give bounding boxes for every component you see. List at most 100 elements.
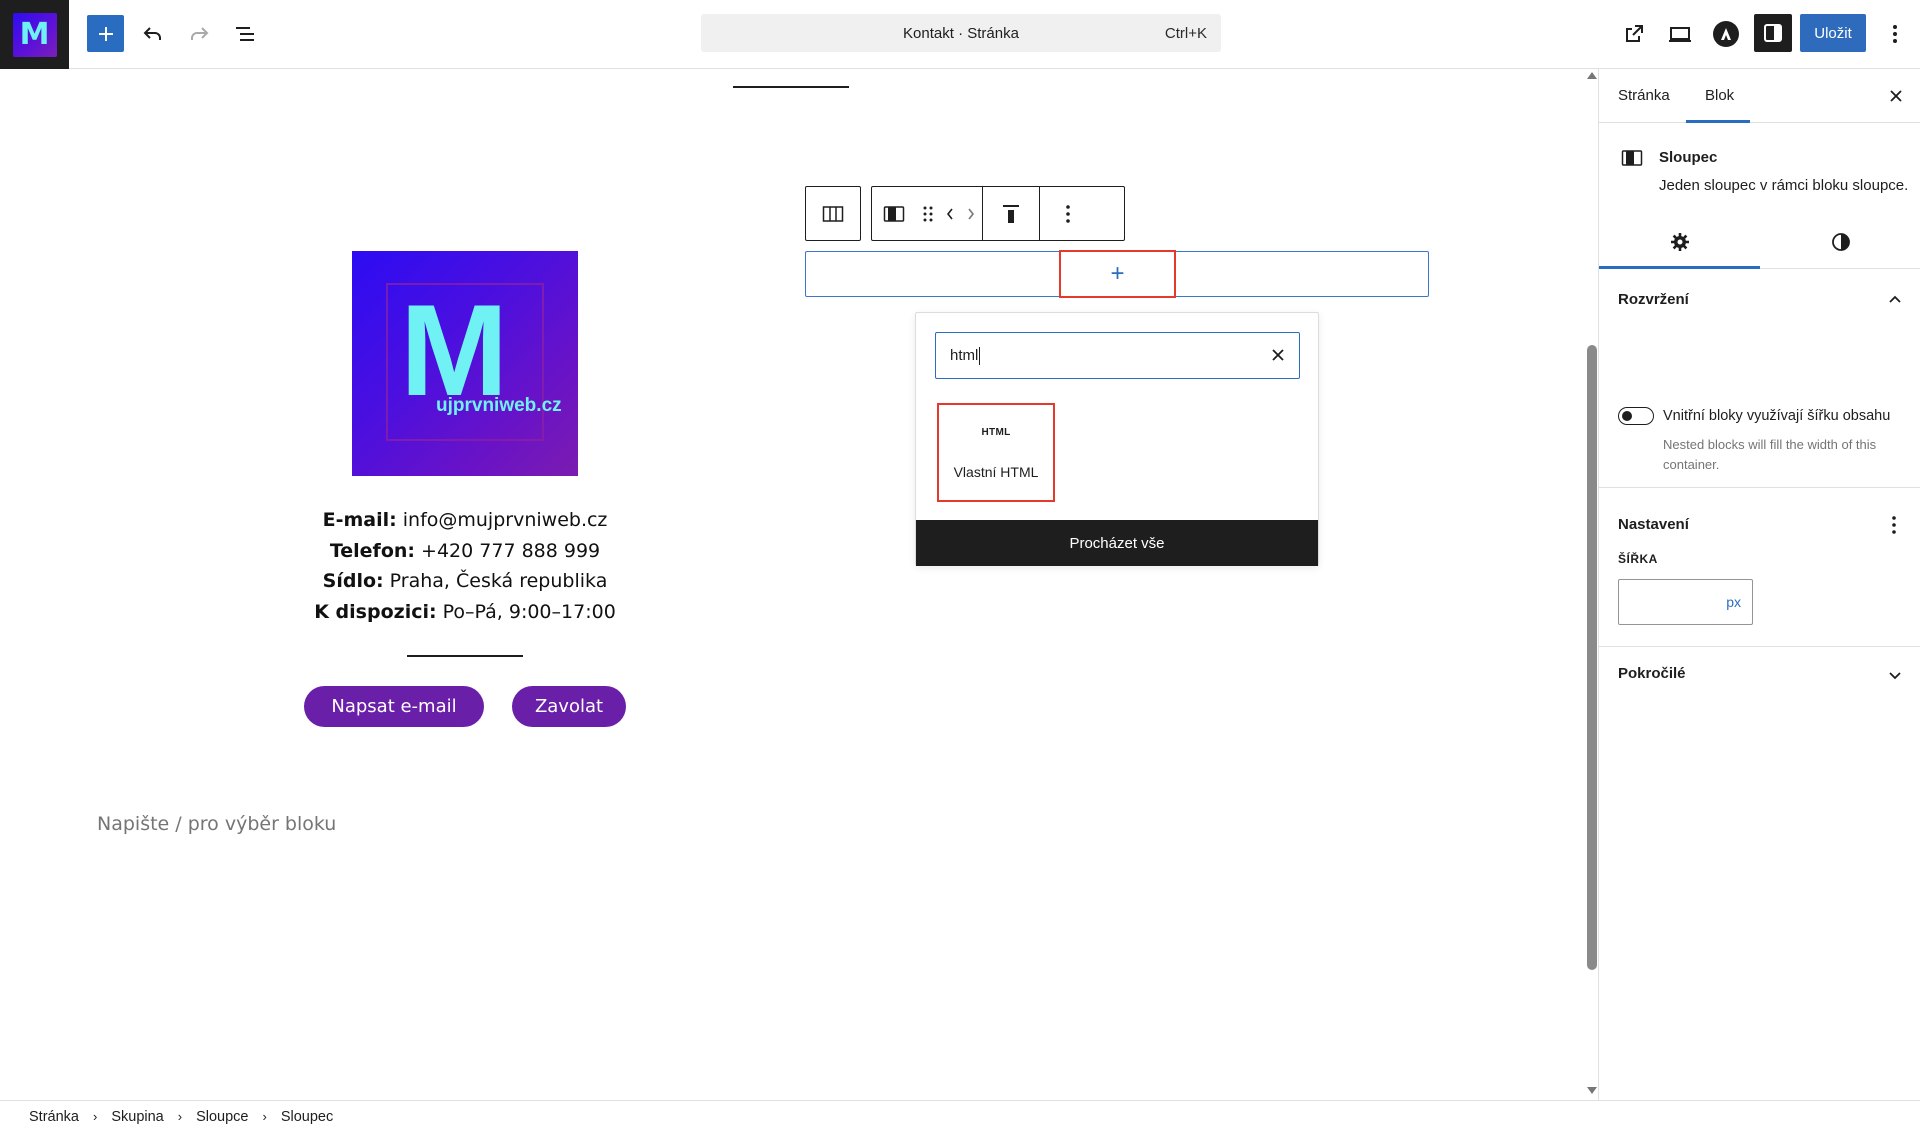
- save-button[interactable]: Uložit: [1800, 14, 1866, 52]
- chevron-left-icon: [946, 208, 953, 219]
- width-unit-select[interactable]: px: [1726, 594, 1741, 610]
- toggle-label: Vnitřní bloky využívají šířku obsahu: [1663, 408, 1891, 424]
- chevron-right-icon: ›: [92, 1109, 98, 1124]
- browse-all-button[interactable]: Procházet vše: [916, 520, 1318, 566]
- chevron-right-icon: ›: [177, 1109, 183, 1124]
- breadcrumb-item[interactable]: Stránka: [29, 1109, 79, 1125]
- kebab-menu-icon: [1065, 204, 1070, 223]
- tab-page[interactable]: Stránka: [1618, 87, 1670, 104]
- move-right-button[interactable]: [960, 187, 982, 240]
- align-top-icon: [1003, 204, 1019, 223]
- panel-divider: [1599, 487, 1920, 488]
- add-block-button[interactable]: [87, 15, 124, 52]
- tab-settings[interactable]: [1599, 214, 1760, 269]
- document-title: Kontakt · Stránka: [903, 24, 1019, 42]
- editor-header: M Kontakt · Stránka Ctrl+K Uložit: [0, 0, 1920, 69]
- options-menu-button[interactable]: [1875, 14, 1915, 54]
- command-palette-bar[interactable]: Kontakt · Stránka Ctrl+K: [701, 14, 1221, 52]
- separator[interactable]: [733, 86, 849, 88]
- panel-divider: [1599, 646, 1920, 647]
- select-parent-button[interactable]: [805, 186, 861, 241]
- close-icon[interactable]: [1886, 86, 1906, 106]
- redo-button[interactable]: [179, 14, 219, 54]
- content-width-toggle[interactable]: [1618, 407, 1654, 425]
- tab-block[interactable]: Blok: [1705, 87, 1734, 104]
- canvas-scrollbar[interactable]: [1584, 70, 1598, 1098]
- undo-button[interactable]: [133, 14, 173, 54]
- site-logo-button[interactable]: M: [0, 0, 69, 69]
- vertical-alignment-button[interactable]: [982, 187, 1039, 240]
- search-value: html: [950, 347, 979, 364]
- block-appender-button[interactable]: +: [1059, 250, 1176, 298]
- block-result-label: Vlastní HTML: [953, 464, 1039, 480]
- contact-line-hours: K dispozici: Po–Pá, 9:00–17:00: [314, 600, 616, 623]
- drag-handle[interactable]: [916, 187, 940, 240]
- contact-line-address: Sídlo: Praha, Česká republika: [322, 570, 608, 592]
- list-view-icon: [236, 27, 254, 41]
- block-result-custom-html[interactable]: HTML Vlastní HTML: [937, 403, 1055, 502]
- contrast-icon: [1831, 232, 1850, 251]
- empty-paragraph-placeholder[interactable]: Napište / pro výběr bloku: [97, 813, 336, 835]
- contact-line-email: E-mail: info@mujprvniweb.cz: [322, 509, 608, 531]
- call-button[interactable]: Zavolat: [512, 686, 626, 727]
- columns-icon: [822, 205, 844, 222]
- external-link-icon: [1626, 25, 1643, 42]
- html-block-icon: HTML: [981, 427, 1011, 438]
- clear-search-icon[interactable]: [1269, 346, 1287, 364]
- block-breadcrumb: Stránka › Skupina › Sloupce › Sloupec: [0, 1100, 1920, 1132]
- block-toolbar: [805, 186, 1125, 241]
- email-button[interactable]: Napsat e-mail: [304, 686, 484, 727]
- block-description: Jeden sloupec v rámci bloku sloupce.: [1659, 177, 1909, 194]
- editor-canvas: M ujprvniweb.cz E-mail: info@mujprvniweb…: [0, 69, 1598, 1100]
- panel-layout-title[interactable]: Rozvržení: [1618, 291, 1689, 308]
- site-icon: M: [12, 12, 57, 57]
- device-preview-button[interactable]: [1660, 14, 1700, 54]
- block-settings-tabs: [1599, 214, 1920, 269]
- command-shortcut: Ctrl+K: [1164, 25, 1207, 42]
- settings-sidebar-toggle[interactable]: [1754, 14, 1792, 52]
- move-left-button[interactable]: [940, 187, 960, 240]
- block-title: Sloupec: [1659, 149, 1718, 166]
- contact-line-phone: Telefon: +420 777 888 999: [329, 539, 601, 562]
- drag-handle-icon: [923, 206, 933, 221]
- breadcrumb-item[interactable]: Sloupce: [196, 1109, 248, 1125]
- site-icon-letter: M: [19, 16, 50, 52]
- block-options-button[interactable]: [1039, 187, 1095, 240]
- breadcrumb-item[interactable]: Skupina: [111, 1109, 163, 1125]
- text-caret: [979, 346, 981, 365]
- desktop-icon: [1669, 27, 1691, 42]
- block-type-button[interactable]: [872, 187, 916, 240]
- panel-settings-title: Nastavení: [1618, 516, 1689, 533]
- chevron-down-icon[interactable]: [1886, 666, 1904, 684]
- scroll-up-arrow-icon[interactable]: [1587, 72, 1597, 79]
- separator[interactable]: [407, 655, 523, 657]
- tab-styles[interactable]: [1760, 214, 1920, 269]
- active-subtab-indicator: [1599, 266, 1760, 269]
- chevron-up-icon[interactable]: [1886, 291, 1904, 309]
- plugin-button[interactable]: [1706, 14, 1746, 54]
- gear-icon: [1670, 232, 1689, 251]
- kebab-menu-icon: [1893, 25, 1897, 43]
- chevron-right-icon: ›: [262, 1109, 267, 1124]
- settings-sidebar: Stránka Blok Sloupec Jeden sloupec v rám…: [1598, 69, 1920, 1100]
- panel-advanced-title[interactable]: Pokročilé: [1618, 665, 1686, 682]
- view-page-button[interactable]: [1614, 14, 1654, 54]
- column-icon: [1621, 150, 1643, 166]
- sidebar-tabs: Stránka Blok: [1599, 69, 1920, 123]
- redo-icon: [191, 27, 209, 40]
- width-input[interactable]: px: [1618, 579, 1753, 625]
- scroll-down-arrow-icon[interactable]: [1587, 1087, 1597, 1094]
- plus-icon: +: [1110, 260, 1125, 287]
- kebab-menu-icon[interactable]: [1888, 514, 1900, 536]
- brand-logo-image[interactable]: M ujprvniweb.cz: [352, 251, 578, 476]
- active-tab-indicator: [1686, 120, 1750, 123]
- width-label: ŠÍŘKA: [1618, 552, 1658, 566]
- breadcrumb-item[interactable]: Sloupec: [281, 1109, 333, 1125]
- astra-logo-icon: [1713, 21, 1739, 47]
- sidebar-icon: [1764, 24, 1782, 42]
- logo-wordmark: ujprvniweb.cz: [436, 395, 562, 416]
- document-overview-button[interactable]: [225, 14, 265, 54]
- block-search-input[interactable]: html: [935, 332, 1300, 379]
- scrollbar-thumb[interactable]: [1587, 345, 1597, 970]
- contact-paragraph[interactable]: E-mail: info@mujprvniweb.cz Telefon: +42…: [240, 505, 690, 627]
